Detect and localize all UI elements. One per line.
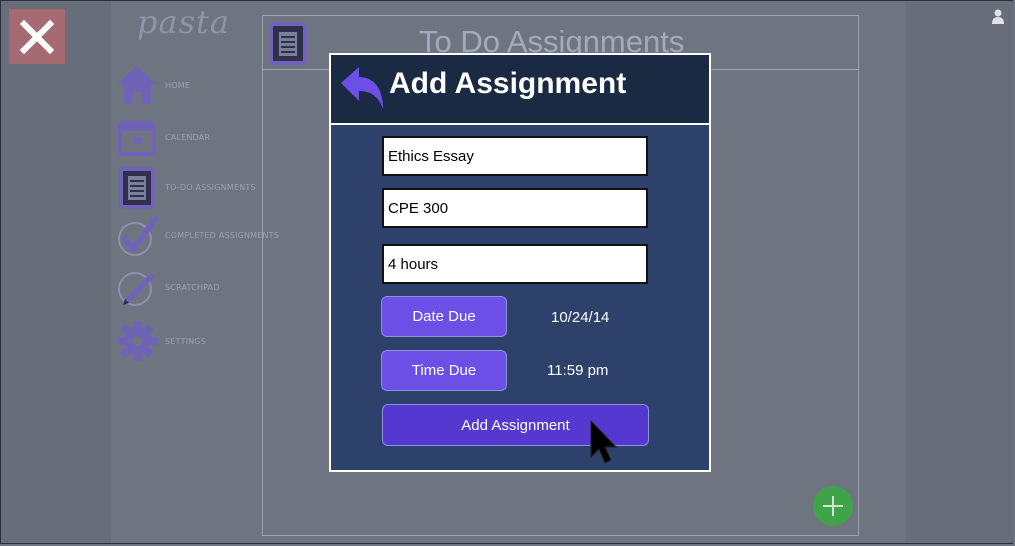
- assignment-name-field[interactable]: [382, 136, 648, 176]
- date-due-button[interactable]: Date Due: [381, 296, 507, 337]
- calendar-icon: [115, 115, 159, 159]
- plus-icon: [823, 496, 843, 516]
- sidebar-item-todo[interactable]: TO-DO ASSIGNMENTS: [115, 165, 256, 209]
- close-button[interactable]: [9, 9, 65, 64]
- sidebar-item-label: SCRATCHPAD: [165, 282, 220, 292]
- sidebar-item-label: TO-DO ASSIGNMENTS: [165, 182, 256, 192]
- sidebar-item-label: SETTINGS: [165, 336, 206, 346]
- app-window: pasta HOME CALENDAR TO-DO ASSIGNMENTS CO…: [0, 0, 1014, 544]
- clipboard-icon: [115, 165, 159, 209]
- sidebar-item-completed[interactable]: COMPLETED ASSIGNMENTS: [115, 213, 279, 257]
- home-icon: [115, 63, 159, 107]
- right-gutter: [906, 1, 1014, 543]
- clipboard-icon: [269, 21, 307, 70]
- app-logo: pasta: [137, 3, 230, 41]
- dialog-title: Add Assignment: [389, 67, 627, 100]
- sidebar-item-settings[interactable]: SETTINGS: [115, 319, 206, 363]
- add-assignment-dialog: Add Assignment Date Due 10/24/14 Time Du…: [329, 53, 711, 472]
- sidebar-item-calendar[interactable]: CALENDAR: [115, 115, 210, 159]
- left-gutter: [1, 1, 111, 543]
- duration-field[interactable]: [382, 244, 648, 284]
- gear-icon: [115, 319, 159, 363]
- sidebar-item-home[interactable]: HOME: [115, 63, 190, 107]
- close-icon: [19, 19, 55, 54]
- back-arrow-icon: [341, 67, 383, 109]
- sidebar-item-label: HOME: [165, 80, 191, 90]
- back-button[interactable]: [339, 65, 387, 113]
- mouse-cursor-icon: [589, 419, 619, 470]
- sidebar-item-scratchpad[interactable]: SCRATCHPAD: [115, 265, 220, 309]
- pencil-icon: [115, 265, 159, 309]
- dialog-header: Add Assignment: [331, 55, 709, 125]
- course-field[interactable]: [382, 188, 648, 228]
- time-due-button[interactable]: Time Due: [381, 350, 507, 391]
- add-fab-button[interactable]: [813, 486, 853, 526]
- checkmark-icon: [115, 213, 159, 257]
- sidebar-item-label: CALENDAR: [165, 132, 211, 142]
- date-due-value: 10/24/14: [551, 309, 610, 326]
- user-icon[interactable]: [991, 9, 1005, 30]
- time-due-value: 11:59 pm: [547, 362, 609, 379]
